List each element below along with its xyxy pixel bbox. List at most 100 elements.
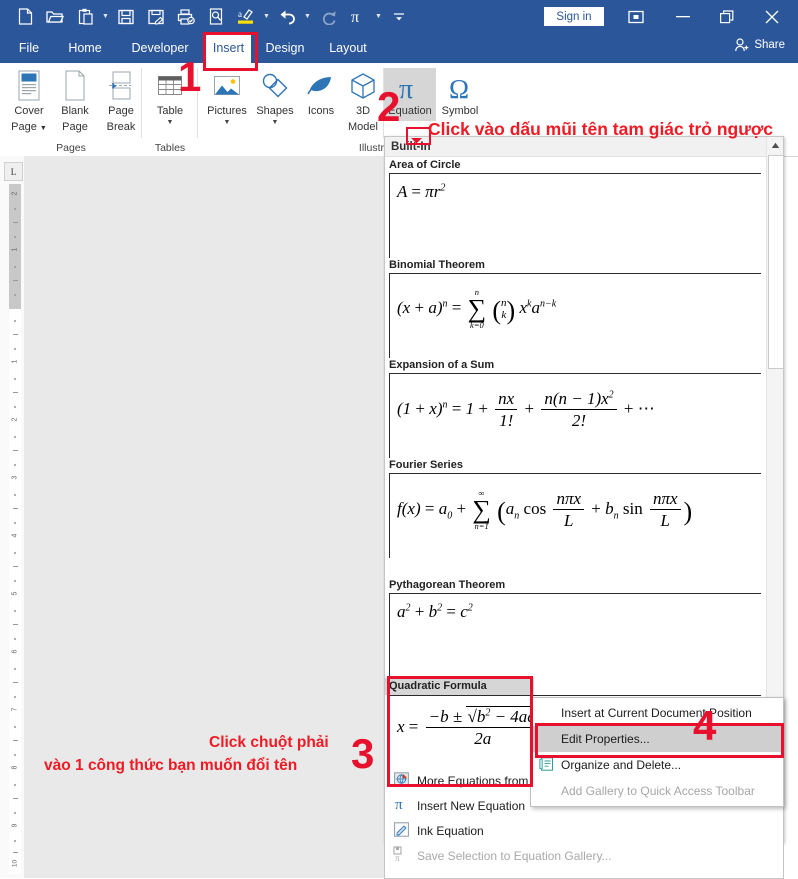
ruler-dot bbox=[14, 406, 16, 408]
ruler-dash bbox=[13, 392, 18, 393]
ribbon-group-illustrations: Pictures ▼ Shapes ▼ Icons 3D Model Illus… bbox=[198, 63, 384, 156]
context-menu-item-label: Add Gallery to Quick Access Toolbar bbox=[561, 784, 755, 798]
undo-caret-icon[interactable]: ▼ bbox=[302, 2, 313, 32]
tab-file[interactable]: File bbox=[8, 33, 50, 63]
gallery-item-title: Pythagorean Theorem bbox=[389, 579, 506, 591]
menu-item-ink-equation[interactable]: Ink Equation bbox=[385, 818, 783, 843]
cover-page-label-2: Page ▼ bbox=[11, 120, 47, 133]
context-menu-item-label: Organize and Delete... bbox=[561, 758, 682, 772]
save-icon[interactable] bbox=[111, 2, 141, 32]
close-button[interactable] bbox=[755, 4, 789, 29]
gallery-item-preview[interactable]: a2 + b2 = c2 bbox=[389, 593, 761, 678]
vertical-ruler[interactable]: 2 1 1 2 3 4 5 6 7 8 9 10 bbox=[9, 184, 21, 874]
annotation-step-2: 2 bbox=[377, 83, 401, 130]
pictures-label: Pictures bbox=[207, 105, 247, 117]
context-menu-item-label: Insert at Current Document Position bbox=[561, 706, 752, 720]
customize-qat-icon[interactable] bbox=[384, 2, 414, 32]
print-preview-icon[interactable] bbox=[201, 2, 231, 32]
highlighter-icon[interactable]: a bbox=[231, 2, 261, 32]
gallery-scrollbar[interactable] bbox=[766, 137, 784, 697]
redo-icon[interactable] bbox=[313, 2, 343, 32]
equation-pi-icon[interactable]: π bbox=[343, 2, 373, 32]
gallery-item-preview[interactable]: (1 + x)n = 1 + nx 1! + n(n − 1)x2 2! + ⋯ bbox=[389, 373, 761, 458]
share-button[interactable]: Share bbox=[735, 38, 785, 52]
gallery-item-preview[interactable]: A = πr2 bbox=[389, 173, 761, 258]
ruler-dash bbox=[13, 222, 18, 223]
restore-button[interactable] bbox=[710, 4, 744, 29]
ribbon-group-label-pages: Pages bbox=[56, 142, 86, 154]
ruler-dot bbox=[14, 236, 16, 238]
svg-text:π: π bbox=[395, 797, 403, 812]
ruler-dot bbox=[14, 754, 16, 756]
ribbon-display-options-icon[interactable] bbox=[619, 4, 653, 29]
ruler-tick-7: 7 bbox=[11, 707, 19, 712]
gallery-item-preview[interactable]: f(x) = a0 + ∞ ∑ n=1 (an cos nπx L + bn sin … bbox=[389, 473, 761, 558]
equation-caret-icon[interactable]: ▼ bbox=[373, 2, 384, 32]
ruler-dot bbox=[14, 552, 16, 554]
tab-home[interactable]: Home bbox=[58, 33, 112, 63]
new-document-icon[interactable] bbox=[10, 2, 40, 32]
3d-model-label-1: 3D bbox=[355, 105, 371, 117]
ruler-dot bbox=[14, 696, 16, 698]
tab-design[interactable]: Design bbox=[258, 33, 312, 63]
ruler-dot bbox=[14, 638, 16, 640]
annotation-step-3: 3 bbox=[351, 730, 375, 777]
share-label: Share bbox=[754, 39, 785, 51]
ruler-dash bbox=[13, 852, 18, 853]
gallery-item-preview[interactable]: (x + a)n = n ∑ k=0 (n k) xkan−k bbox=[389, 273, 761, 358]
annotation-box-quadratic-formula bbox=[387, 676, 533, 787]
gallery-item-title: Area of Circle bbox=[389, 159, 461, 171]
gallery-item-binomial-theorem[interactable]: Binomial Theorem (x + a)n = n ∑ k=0 (n k) x… bbox=[385, 258, 765, 358]
tab-layout[interactable]: Layout bbox=[320, 33, 376, 63]
table-caret-icon[interactable]: ▼ bbox=[167, 119, 174, 127]
print-icon[interactable] bbox=[171, 2, 201, 32]
equation-area-of-circle: A = πr2 bbox=[397, 182, 446, 201]
organize-delete-icon bbox=[531, 756, 561, 774]
ruler-dot bbox=[14, 610, 16, 612]
svg-text:π: π bbox=[395, 853, 400, 862]
ruler-dot bbox=[14, 348, 16, 350]
ruler-tick-8: 8 bbox=[11, 765, 19, 770]
pictures-button[interactable]: Pictures ▼ bbox=[200, 68, 254, 127]
tab-stop-selector[interactable]: L bbox=[4, 162, 23, 181]
icons-icon bbox=[305, 68, 337, 102]
ruler-dot bbox=[14, 378, 16, 380]
page-break-label-2: Break bbox=[106, 120, 136, 133]
undo-icon[interactable] bbox=[272, 2, 302, 32]
minimize-button[interactable] bbox=[666, 4, 700, 29]
save-equation-icon: π bbox=[385, 846, 417, 865]
save-as-icon[interactable] bbox=[141, 2, 171, 32]
gallery-item-fourier-series[interactable]: Fourier Series f(x) = a0 + ∞ ∑ n=1 (an cos… bbox=[385, 458, 765, 558]
ribbon-group-label-illustrations: Illustr bbox=[358, 142, 384, 154]
sign-in-button[interactable]: Sign in bbox=[544, 7, 604, 26]
highlighter-caret-icon[interactable]: ▼ bbox=[261, 2, 272, 32]
ruler-dash bbox=[13, 566, 18, 567]
pictures-caret-icon[interactable]: ▼ bbox=[224, 119, 231, 127]
ruler-tick-6: 6 bbox=[11, 649, 19, 654]
blank-page-label-2: Page bbox=[62, 120, 88, 133]
paste-caret-icon[interactable]: ▼ bbox=[100, 2, 111, 32]
open-folder-icon[interactable] bbox=[40, 2, 70, 32]
gallery-item-expansion-of-a-sum[interactable]: Expansion of a Sum (1 + x)n = 1 + nx 1! +… bbox=[385, 358, 765, 458]
gallery-item-pythagorean-theorem[interactable]: Pythagorean Theorem a2 + b2 = c2 bbox=[385, 578, 765, 678]
ruler-dot bbox=[14, 266, 16, 268]
shapes-caret-icon[interactable]: ▼ bbox=[272, 119, 279, 127]
page-break-button[interactable]: Page Break bbox=[94, 68, 148, 133]
ruler-dash bbox=[13, 280, 18, 281]
symbol-label: Symbol bbox=[441, 105, 479, 117]
ink-equation-icon bbox=[385, 821, 417, 840]
annotation-dropdown-caret-icon bbox=[410, 131, 423, 149]
equation-fourier-series: f(x) = a0 + ∞ ∑ n=1 (an cos nπx L + bn sin … bbox=[397, 488, 693, 532]
ruler-dash bbox=[13, 624, 18, 625]
symbol-button[interactable]: Ω Symbol bbox=[434, 68, 486, 118]
scrollbar-thumb[interactable] bbox=[768, 155, 784, 369]
shapes-label: Shapes bbox=[256, 105, 294, 117]
svg-text:π: π bbox=[351, 9, 359, 25]
annotation-callout-top: Click vào dấu mũi tên tam giác trỏ ngược bbox=[428, 119, 774, 139]
paste-icon[interactable] bbox=[70, 2, 100, 32]
gallery-item-area-of-circle[interactable]: Area of Circle A = πr2 bbox=[385, 158, 765, 258]
ruler-tick-4: 4 bbox=[11, 533, 19, 538]
ruler-dash bbox=[13, 334, 18, 335]
ruler-dash bbox=[13, 682, 18, 683]
person-add-icon bbox=[735, 38, 749, 52]
